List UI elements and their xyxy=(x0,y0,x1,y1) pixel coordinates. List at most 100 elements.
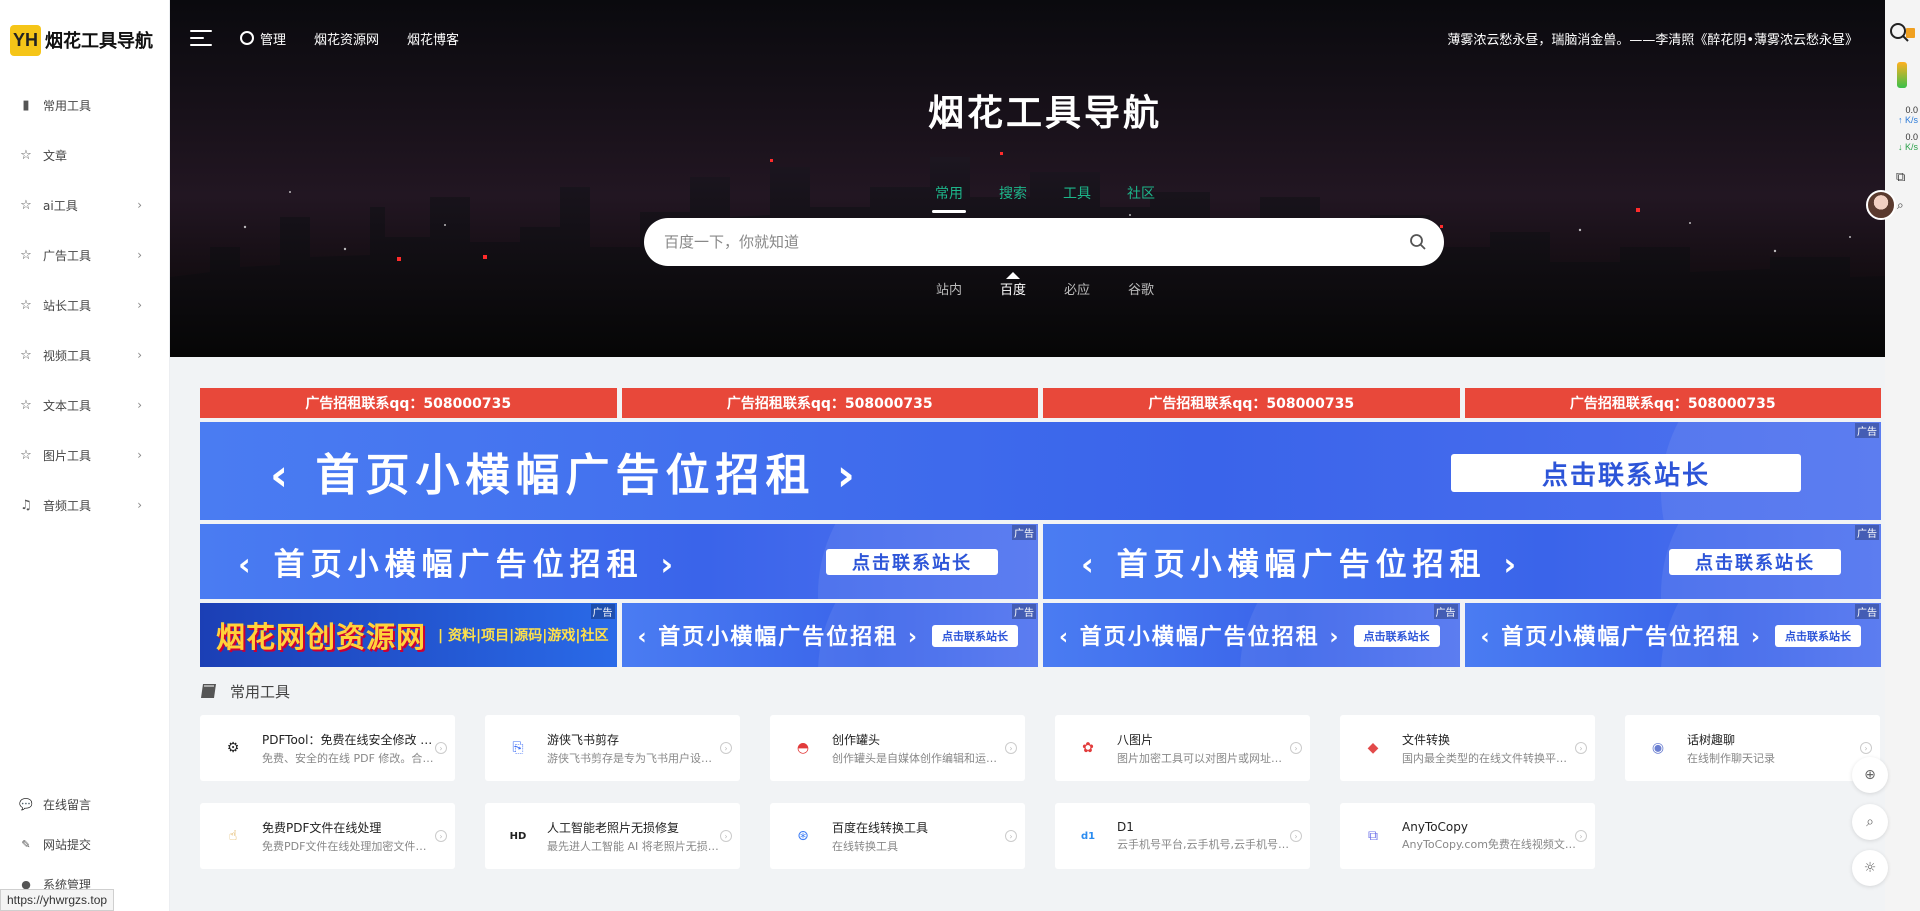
d1-icon: d1 xyxy=(1080,830,1096,842)
sidebar-item[interactable]: ♫ 音频工具 › xyxy=(0,480,169,530)
text-ad-link[interactable]: 广告招租联系qq：508000735 xyxy=(200,388,617,418)
sidebar-bottom-nav: 💬 在线留言 ✎ 网站提交 ● 系统管理 xyxy=(0,784,170,904)
go-arrow-icon[interactable]: › xyxy=(1575,830,1587,842)
search-engine-option[interactable]: 谷歌 xyxy=(1128,279,1154,298)
tool-card[interactable]: ⚙ PDFTool：免费在线安全修改 PDF 免费、安全的在线 PDF 修改。合并、… xyxy=(200,715,455,781)
contact-admin-button[interactable]: 点击联系站长 xyxy=(826,549,998,575)
text-ad-link[interactable]: 广告招租联系qq：508000735 xyxy=(1464,388,1881,418)
contact-admin-button[interactable]: 点击联系站长 xyxy=(1775,625,1861,647)
search-input[interactable] xyxy=(664,233,1398,251)
search-tab[interactable]: 工具 xyxy=(1063,183,1091,213)
search-engine-option[interactable]: 必应 xyxy=(1064,279,1090,298)
sidebar-item[interactable]: ☆ 站长工具 › xyxy=(0,280,169,330)
sidebar-item[interactable]: ☆ 文章 xyxy=(0,130,169,180)
tool-card[interactable]: ☝ 免费PDF文件在线处理免费PDF文件在线处理加密文件也能处理› xyxy=(200,803,455,869)
top-link-admin[interactable]: 管理 xyxy=(240,29,286,48)
ad-banner-row-2: ‹ 首页小横幅广告位招租 › 点击联系站长 广告 ‹ 首页小横幅广告位招租 › … xyxy=(200,524,1881,599)
tool-description: 在线转换工具 xyxy=(832,839,898,853)
plus-float-button[interactable]: ⊕ xyxy=(1852,757,1888,793)
go-arrow-icon[interactable]: › xyxy=(1575,742,1587,754)
go-arrow-icon[interactable]: › xyxy=(435,830,447,842)
sidebar-item[interactable]: ☆ 文本工具 › xyxy=(0,380,169,430)
ad-banner-small[interactable]: ‹ 首页小横幅广告位招租 › 点击联系站长 广告 xyxy=(621,603,1038,667)
tool-card-grid: ⚙ PDFTool：免费在线安全修改 PDF 免费、安全的在线 PDF 修改。合并、… xyxy=(200,715,1881,869)
contact-admin-button[interactable]: 点击联系站长 xyxy=(1353,625,1440,647)
top-link-blog[interactable]: 烟花博客 xyxy=(407,29,459,48)
image-search-icon[interactable]: ⌕ xyxy=(1897,198,1904,213)
tool-card[interactable]: d1 D1 云手机号平台,云手机号,云手机号码,免费› xyxy=(1055,803,1310,869)
ad-banner-small[interactable]: ‹ 首页小横幅广告位招租 › 点击联系站长 广告 xyxy=(1043,603,1460,667)
tool-card[interactable]: ◉ 话树趣聊 在线制作聊天记录 › xyxy=(1625,715,1880,781)
search-tab[interactable]: 社区 xyxy=(1127,183,1155,213)
main-content: 广告招租联系qq：508000735 广告招租联系qq：508000735 广告招租… xyxy=(200,388,1881,869)
tool-title: D1 xyxy=(1117,820,1134,834)
ad-banner-row-3: 烟花网创资源网 | 资料|项目|源码|游戏|社区 广告 ‹ 首页小横幅广告位招租… xyxy=(200,603,1881,667)
sidebar-item[interactable]: ☆ 广告工具 › xyxy=(0,230,169,280)
sidebar-nav: ▮ 常用工具 ☆ 文章 ☆ ai工具 › ☆ 广告工具 › ☆ 站长工具 › ☆ 视频工具 › ☆ 文本工具 › ☆ 图… xyxy=(0,80,169,530)
go-arrow-icon[interactable]: › xyxy=(720,830,732,842)
tool-card[interactable]: HD 人工智能老照片无损修复最先进人工智能 AI 将老照片无损高清修复› xyxy=(485,803,740,869)
ad-banner-large[interactable]: ‹ 首页小横幅广告位招租 › 点击联系站长 广告 xyxy=(200,422,1881,520)
sidebar-item[interactable]: ☆ 视频工具 › xyxy=(0,330,169,380)
go-arrow-icon[interactable]: › xyxy=(1005,742,1017,754)
crop-icon[interactable]: ⧉ xyxy=(1896,170,1905,185)
avatar[interactable] xyxy=(1866,190,1896,220)
hd-icon: HD xyxy=(509,830,527,842)
tool-title: 文件转换 xyxy=(1402,732,1451,747)
sun-float-button[interactable]: ☼ xyxy=(1852,850,1888,886)
chevron-right-icon: › xyxy=(137,398,142,412)
ad-banner-medium[interactable]: ‹ 首页小横幅广告位招租 › 点击联系站长 广告 xyxy=(200,524,1038,599)
sidebar-item-label: 在线留言 xyxy=(43,797,92,812)
go-arrow-icon[interactable]: › xyxy=(435,742,447,754)
top-bar: 管理 烟花资源网 烟花博客 薄雾浓云愁永昼，瑞脑消金兽。——李清照《醉花阴•薄雾… xyxy=(170,0,1920,76)
text-ad-row: 广告招租联系qq：508000735 广告招租联系qq：508000735 广告招租… xyxy=(200,388,1881,418)
chevron-right-icon: › xyxy=(137,348,142,362)
tool-card[interactable]: ⧉ AnyToCopy AnyToCopy.com免费在线视频文案提取工具› xyxy=(1340,803,1595,869)
ad-banner-medium[interactable]: ‹ 首页小横幅广告位招租 › 点击联系站长 广告 xyxy=(1043,524,1881,599)
can-icon: ◓ xyxy=(796,740,810,756)
text-ad-link[interactable]: 广告招租联系qq：508000735 xyxy=(621,388,1038,418)
sidebar-item-label: ai工具 xyxy=(43,198,78,213)
chevron-right-icon: › xyxy=(137,498,142,512)
sidebar-item[interactable]: ▮ 常用工具 xyxy=(0,80,169,130)
search-button[interactable] xyxy=(1398,222,1438,262)
ad-banner-small[interactable]: ‹ 首页小横幅广告位招租 › 点击联系站长 广告 xyxy=(1464,603,1881,667)
go-arrow-icon[interactable]: › xyxy=(1005,830,1017,842)
tool-card[interactable]: ◆ 文件转换国内最全类型的在线文件转换平台，支持› xyxy=(1340,715,1595,781)
contact-admin-button[interactable]: 点击联系站长 xyxy=(1451,454,1801,492)
search-float-button[interactable]: ⌕ xyxy=(1852,804,1888,840)
search-engine-list: 站内 百度 必应 谷歌 xyxy=(170,279,1920,298)
text-ad-link[interactable]: 广告招租联系qq：508000735 xyxy=(1043,388,1460,418)
sidebar-item-label: 视频工具 xyxy=(43,348,92,363)
contact-admin-button[interactable]: 点击联系站长 xyxy=(932,625,1018,647)
site-logo[interactable]: YH 烟花工具导航 xyxy=(0,0,169,80)
tool-card[interactable]: ⊛ 百度在线转换工具 在线转换工具 › xyxy=(770,803,1025,869)
go-arrow-icon[interactable]: › xyxy=(720,742,732,754)
star-icon: ☆ xyxy=(20,397,32,413)
tool-title: 游侠飞书剪存 xyxy=(547,732,620,747)
sidebar-item[interactable]: ☆ ai工具 › xyxy=(0,180,169,230)
ad-tag: 广告 xyxy=(1855,423,1879,438)
sidebar-item[interactable]: ☆ 图片工具 › xyxy=(0,430,169,480)
music-icon: ♫ xyxy=(20,497,32,513)
contact-admin-button[interactable]: 点击联系站长 xyxy=(1669,549,1841,575)
ad-banner-yanhua[interactable]: 烟花网创资源网 | 资料|项目|源码|游戏|社区 广告 xyxy=(200,603,617,667)
hero-title: 烟花工具导航 xyxy=(927,93,1162,134)
search-tab[interactable]: 搜索 xyxy=(999,183,1027,213)
search-engine-option[interactable]: 站内 xyxy=(936,279,962,298)
tool-card[interactable]: ◓ 创作罐头创作罐头是自媒体创作编辑和运营管理工具› xyxy=(770,715,1025,781)
search-engine-option[interactable]: 百度 xyxy=(1000,279,1026,298)
sidebar-bottom-item[interactable]: 💬 在线留言 xyxy=(0,784,170,824)
search-tab[interactable]: 常用 xyxy=(932,183,966,213)
go-arrow-icon[interactable]: › xyxy=(1290,830,1302,842)
image-icon: ✿ xyxy=(1082,740,1094,756)
tool-card[interactable]: ⎘ 游侠飞书剪存游侠飞书剪存是专为飞书用户设计的网页剪藏› xyxy=(485,715,740,781)
search-icon[interactable] xyxy=(1889,22,1915,42)
go-arrow-icon[interactable]: › xyxy=(1860,742,1872,754)
menu-toggle-icon[interactable] xyxy=(190,29,212,47)
top-link-resource[interactable]: 烟花资源网 xyxy=(314,29,379,48)
tool-card[interactable]: ✿ 八图片图片加密工具可以对图片或网址进行加密处理› xyxy=(1055,715,1310,781)
go-arrow-icon[interactable]: › xyxy=(1290,742,1302,754)
tool-title: 免费PDF文件在线处理 xyxy=(262,820,382,835)
sidebar-bottom-item[interactable]: ✎ 网站提交 xyxy=(0,824,170,864)
